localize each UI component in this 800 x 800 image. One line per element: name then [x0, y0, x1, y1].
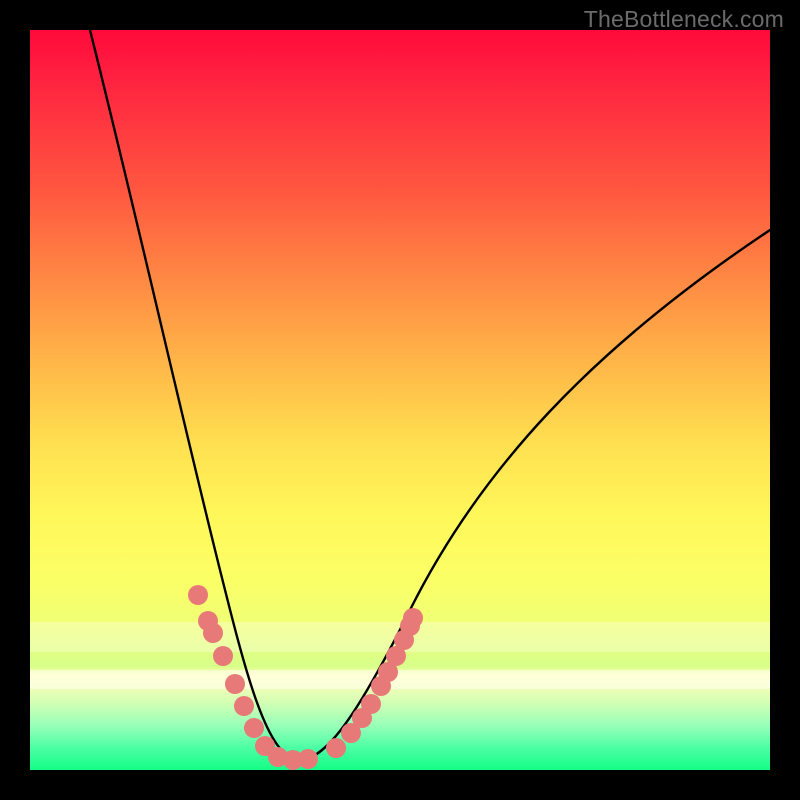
marker-dot — [298, 749, 318, 769]
marker-layer — [188, 585, 423, 770]
marker-dot — [213, 646, 233, 666]
chart-plot-area — [30, 30, 770, 770]
marker-dot — [203, 623, 223, 643]
marker-dot — [403, 608, 423, 628]
marker-dot — [188, 585, 208, 605]
marker-dot — [225, 674, 245, 694]
marker-dot — [326, 738, 346, 758]
watermark-text: TheBottleneck.com — [584, 6, 784, 33]
bottleneck-curve-line — [90, 30, 770, 760]
marker-dot — [234, 696, 254, 716]
marker-dot — [361, 694, 381, 714]
marker-dot — [244, 718, 264, 738]
chart-svg — [30, 30, 770, 770]
